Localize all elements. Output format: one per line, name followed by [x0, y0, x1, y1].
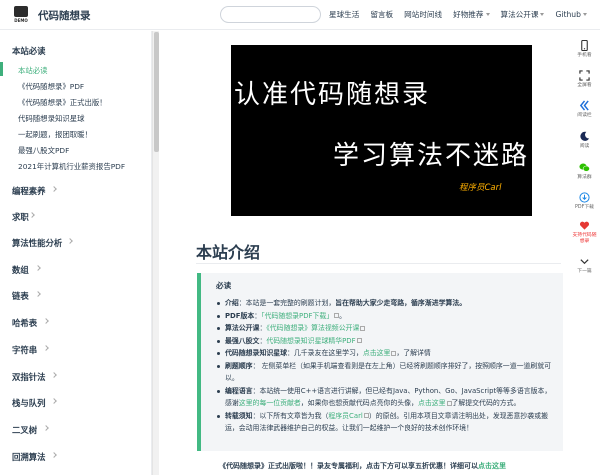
sidebar-item-must-read[interactable]: 本站必读: [18, 65, 48, 76]
sidebar-item-published[interactable]: 《代码随想录》正式出版！: [18, 97, 107, 108]
main-content: 认准代码随想录 学习算法不迷路 程序员Carl 本站介绍 必读 介绍：本站是一套…: [159, 31, 569, 475]
wechat-icon: [579, 163, 590, 172]
double-chevron-icon: [579, 100, 589, 111]
list-item: 刷题顺序： 左侧菜单栏（如果手机端查看则是在左上角）已经将刷题顺序排好了，按照顺…: [216, 360, 556, 385]
external-link-icon: [360, 325, 366, 331]
sidebar-item-planet[interactable]: 代码随想录知识星球: [18, 113, 85, 124]
heart-icon: [579, 221, 590, 230]
chevron-right-icon: [51, 398, 57, 404]
external-link-icon: [356, 338, 362, 343]
site-name[interactable]: 代码随想录: [38, 8, 91, 23]
planet-details-link[interactable]: 点击这里: [363, 349, 391, 357]
expand-icon: [579, 70, 590, 81]
nav-link-github[interactable]: Github: [555, 9, 587, 20]
search-input[interactable]: [220, 6, 321, 23]
banner-signature: 程序员Carl: [459, 183, 502, 193]
publish-notice: 《代码随想录》正式出版啦！！录友专属福利，点击下方可以享五折优惠！详细可以点击这…: [219, 462, 506, 470]
sidebar-section-title[interactable]: 本站必读: [12, 45, 46, 57]
sidebar-scrollbar[interactable]: [152, 31, 159, 475]
contribute-link[interactable]: 点击这里: [418, 399, 446, 407]
toolbar-support[interactable]: 支持代码随想录: [569, 220, 600, 245]
site-logo[interactable]: DEMO: [13, 6, 29, 24]
nav-link-planet-life[interactable]: 星球生活: [329, 9, 359, 20]
tip-block: 必读 介绍：本站是一套完整的刷题计划，旨在帮助大家少走弯路，循序渐进学算法。 P…: [197, 273, 563, 451]
toolbar-mobile-view[interactable]: 手机看: [569, 40, 600, 59]
chevron-down-icon: [540, 13, 545, 16]
chevron-right-icon: [29, 212, 35, 218]
sidebar: 本站必读 本站必读 《代码随想录》PDF 《代码随想录》正式出版！ 代码随想录知…: [0, 31, 152, 475]
chevron-right-icon: [43, 345, 49, 351]
nav-link-recommend[interactable]: 好物推荐: [453, 9, 490, 20]
toolbar-next-article[interactable]: 下一篇: [569, 256, 600, 275]
sidebar-item-baguwen[interactable]: 最强八股文PDF: [18, 145, 69, 156]
arrow-down-icon: [580, 259, 589, 265]
banner-line-2: 学习算法不迷路: [333, 141, 530, 171]
tip-list: 介绍：本站是一套完整的刷题计划，旨在帮助大家少走弯路，循序渐进学算法。 PDF版…: [216, 297, 556, 435]
nav-link-open-course[interactable]: 算法公开课: [501, 9, 545, 20]
toolbar-pdf-download[interactable]: PDF下载: [569, 192, 600, 211]
toolbar-dark-mode[interactable]: 阅读: [569, 131, 600, 150]
chevron-right-icon: [35, 291, 41, 297]
sidebar-group-stack-queue[interactable]: 栈与队列: [12, 397, 46, 409]
list-item: 编程语言：本站统一使用C++语言进行讲解，但已经有Java、Python、Go、…: [216, 385, 556, 410]
video-course-link[interactable]: 《代码随想录》算法视频公开课: [266, 324, 359, 332]
sidebar-group-array[interactable]: 数组: [12, 264, 29, 276]
sidebar-group-perf[interactable]: 算法性能分析: [12, 237, 62, 249]
toolbar-fullscreen[interactable]: 全屏看: [569, 70, 600, 89]
moon-icon: [580, 131, 590, 141]
tip-title: 必读: [216, 281, 232, 290]
pdf-download-link[interactable]: 「代码随想录PDF下载」: [261, 312, 333, 320]
chevron-right-icon: [35, 265, 41, 271]
chevron-right-icon: [67, 238, 73, 244]
contributors-link[interactable]: 这里的每一位贡献者: [239, 399, 301, 407]
sidebar-group-hash[interactable]: 哈希表: [12, 317, 37, 329]
banner-image: 认准代码随想录 学习算法不迷路 程序员Carl: [231, 45, 532, 216]
list-item: 代码随想录知识星球：几千录友在这里学习，点击这里 ，了解详情: [216, 347, 556, 360]
chevron-right-icon: [43, 318, 49, 324]
toolbar-reading-bar[interactable]: 阅读栏: [569, 100, 600, 119]
chevron-right-icon: [51, 186, 57, 192]
list-item: PDF版本：「代码随想录PDF下载」。: [216, 310, 556, 323]
list-item: 算法公开课：《代码随想录》算法视频公开课: [216, 322, 556, 335]
chevron-right-icon: [51, 452, 57, 458]
sidebar-group-linked-list[interactable]: 链表: [12, 290, 29, 302]
list-item: 最强八股文：代码随想录知识星球精华PDF: [216, 335, 556, 348]
chevron-right-icon: [51, 372, 57, 378]
sidebar-group-programming[interactable]: 编程素养: [12, 185, 46, 197]
page-title: 本站介绍: [196, 243, 261, 262]
sidebar-group-binary-tree[interactable]: 二叉树: [12, 424, 37, 436]
chevron-right-icon: [43, 425, 49, 431]
top-navbar: DEMO 代码随想录 星球生活 留言板 网站时间线 好物推荐 算法公开课 Git…: [0, 0, 600, 30]
sidebar-item-team-up[interactable]: 一起刷题，报团取暖！: [18, 129, 92, 140]
logo-mark: [14, 6, 28, 17]
title-divider: [196, 263, 561, 264]
logo-text: DEMO: [14, 18, 28, 23]
banner-line-1: 认准代码随想录: [234, 80, 431, 110]
toolbar-algo-group[interactable]: 算法群: [569, 162, 600, 181]
active-indicator: [0, 62, 3, 76]
chevron-down-icon: [582, 13, 587, 16]
sidebar-group-backtracking[interactable]: 回溯算法: [12, 451, 46, 463]
nav-link-message-board[interactable]: 留言板: [370, 9, 393, 20]
sidebar-group-string[interactable]: 字符串: [12, 344, 37, 356]
nav-link-timeline[interactable]: 网站时间线: [404, 9, 442, 20]
sidebar-item-salary-report[interactable]: 2021年计算机行业薪资报告PDF: [18, 161, 125, 172]
discount-link[interactable]: 点击这里: [478, 462, 506, 470]
planet-pdf-link[interactable]: 代码随想录知识星球精华PDF: [266, 337, 355, 345]
chevron-down-icon: [485, 13, 490, 16]
sidebar-group-job[interactable]: 求职: [12, 211, 29, 223]
download-icon: [579, 192, 590, 203]
sidebar-group-two-pointers[interactable]: 双指针法: [12, 371, 46, 383]
author-link[interactable]: 程序员Carl: [328, 412, 362, 420]
list-item: 介绍：本站是一套完整的刷题计划，旨在帮助大家少走弯路，循序渐进学算法。: [216, 297, 556, 310]
list-item: 转载须知：以下所有文章皆为我（程序员Carl ）的原创。引用本项目文章请注明出处，…: [216, 410, 556, 435]
sidebar-item-pdf[interactable]: 《代码随想录》PDF: [18, 81, 84, 92]
phone-icon: [581, 40, 588, 51]
nav-links: 星球生活 留言板 网站时间线 好物推荐 算法公开课 Github: [329, 9, 598, 20]
